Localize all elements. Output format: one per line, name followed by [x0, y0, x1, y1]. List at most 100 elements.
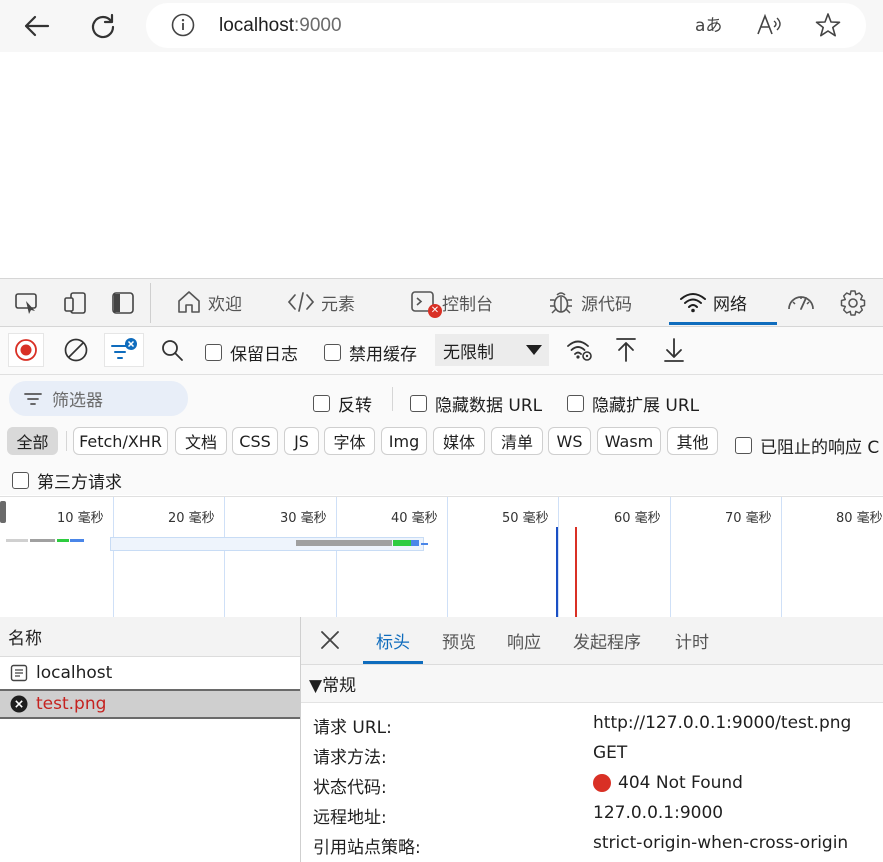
import-har-button[interactable]: [608, 333, 644, 367]
network-overview[interactable]: 10 毫秒 20 毫秒 30 毫秒 40 毫秒 50 毫秒 60 毫秒 70 毫…: [0, 496, 883, 618]
type-filter-ws[interactable]: WS: [548, 427, 591, 455]
type-filter-wasm[interactable]: Wasm: [597, 427, 661, 455]
disable-cache-checkbox[interactable]: 禁用缓存: [324, 340, 417, 365]
tick-label: 80 毫秒: [836, 511, 883, 526]
refresh-icon[interactable]: [83, 6, 123, 46]
type-filter-fetch-xhr[interactable]: Fetch/XHR: [73, 427, 168, 455]
divider: [66, 431, 67, 451]
back-icon[interactable]: [17, 6, 57, 46]
filter-lines-icon: [24, 392, 42, 405]
checkbox-box[interactable]: [12, 472, 29, 489]
hide-extension-urls-checkbox[interactable]: 隐藏扩展 URL: [567, 391, 699, 416]
checkbox-box[interactable]: [313, 395, 330, 412]
tab-console[interactable]: ✕ 控制台: [410, 279, 493, 325]
header-value-request-method: GET: [593, 743, 628, 763]
tab-timing[interactable]: 计时: [675, 617, 709, 664]
domcontentloaded-marker: [556, 527, 558, 617]
throttling-select[interactable]: 无限制: [435, 334, 549, 366]
code-brackets-icon: [287, 292, 315, 312]
settings-gear-icon[interactable]: [839, 289, 867, 321]
type-filter-doc[interactable]: 文档: [175, 427, 227, 455]
tab-welcome[interactable]: 欢迎: [176, 279, 242, 325]
tab-headers[interactable]: 标头: [363, 617, 423, 664]
type-filter-font[interactable]: 字体: [324, 427, 375, 455]
gridline: [113, 497, 114, 617]
load-event-marker: [575, 527, 577, 617]
invert-checkbox[interactable]: 反转: [313, 391, 372, 416]
search-button[interactable]: [154, 333, 190, 367]
upload-icon: [616, 338, 636, 362]
device-emulation-icon[interactable]: [62, 291, 88, 319]
tab-response[interactable]: 响应: [507, 617, 541, 664]
general-section-header[interactable]: ▼常规: [301, 665, 883, 703]
blocked-responses-checkbox[interactable]: 已阻止的响应 C: [735, 433, 879, 458]
type-filter-img[interactable]: Img: [381, 427, 427, 455]
header-value-remote-address: 127.0.0.1:9000: [593, 803, 724, 823]
type-filter-js[interactable]: JS: [284, 427, 319, 455]
tab-sources[interactable]: 源代码: [547, 279, 632, 325]
dock-panel-icon[interactable]: [111, 291, 135, 319]
gridline: [224, 497, 225, 617]
hide-data-urls-label: 隐藏数据 URL: [435, 396, 543, 416]
disable-cache-label: 禁用缓存: [349, 345, 417, 365]
browser-toolbar: localhost:9000 aあ: [0, 0, 883, 52]
tick-label: 10 毫秒: [57, 511, 104, 526]
network-conditions-button[interactable]: [562, 333, 598, 367]
tick-label: 30 毫秒: [280, 511, 327, 526]
filter-icon: [111, 338, 137, 359]
header-key: 状态代码:: [313, 778, 387, 798]
type-filter-media[interactable]: 媒体: [433, 427, 485, 455]
request-row-test-png[interactable]: test.png: [0, 689, 300, 719]
status-error-dot-icon: [593, 774, 611, 792]
preserve-log-checkbox[interactable]: 保留日志: [205, 340, 298, 365]
checkbox-box[interactable]: [324, 344, 341, 361]
address-bar[interactable]: localhost:9000 aあ: [146, 3, 866, 48]
header-key: 请求方法:: [313, 748, 387, 768]
name-column-header[interactable]: 名称: [0, 617, 300, 657]
page-content: [0, 52, 883, 279]
request-name: localhost: [36, 662, 113, 683]
tab-initiator[interactable]: 发起程序: [573, 617, 641, 664]
clear-button[interactable]: [58, 333, 94, 367]
gridline: [670, 497, 671, 617]
info-icon[interactable]: [171, 13, 195, 41]
text-aa-icon[interactable]: [756, 13, 784, 41]
wifi-settings-icon: [567, 340, 592, 361]
checkbox-box[interactable]: [205, 344, 222, 361]
dropdown-arrow-icon: [526, 345, 542, 355]
checkbox-box[interactable]: [735, 437, 752, 454]
svg-text:aあ: aあ: [695, 16, 722, 36]
favorite-star-icon[interactable]: [815, 12, 841, 42]
type-filter-all[interactable]: 全部: [7, 427, 58, 455]
filter-input[interactable]: 筛选器: [9, 381, 188, 416]
tab-elements[interactable]: 元素: [287, 279, 355, 325]
tab-network[interactable]: 网络: [669, 279, 777, 325]
type-filter-manifest[interactable]: 清单: [491, 427, 543, 455]
overview-handle-left[interactable]: [0, 501, 6, 523]
performance-icon[interactable]: [786, 291, 816, 317]
third-party-checkbox[interactable]: 第三方请求: [12, 468, 122, 493]
header-key: 远程地址:: [313, 808, 387, 828]
tick-label: 60 毫秒: [614, 511, 661, 526]
header-value-request-url: http://127.0.0.1:9000/test.png: [593, 713, 852, 733]
filter-placeholder: 筛选器: [52, 391, 103, 411]
divider: [150, 283, 151, 323]
record-button[interactable]: [8, 333, 44, 367]
tab-preview[interactable]: 预览: [442, 617, 476, 664]
filter-toggle-button[interactable]: [104, 333, 144, 367]
type-filter-other[interactable]: 其他: [667, 427, 718, 455]
tab-sources-label: 源代码: [581, 294, 632, 315]
preserve-log-label: 保留日志: [230, 345, 298, 365]
network-toolbar: 保留日志 禁用缓存 无限制: [0, 327, 883, 375]
export-har-button[interactable]: [656, 333, 692, 367]
checkbox-box[interactable]: [410, 395, 427, 412]
request-details: 标头 预览 响应 发起程序 计时 ▼常规 请求 URL: http://127.…: [301, 617, 883, 862]
hide-data-urls-checkbox[interactable]: 隐藏数据 URL: [410, 391, 542, 416]
read-aloud-icon[interactable]: aあ: [694, 13, 722, 41]
request-row-localhost[interactable]: localhost: [0, 657, 300, 688]
type-filter-css[interactable]: CSS: [232, 427, 278, 455]
url-text[interactable]: localhost:9000: [219, 15, 342, 37]
close-icon[interactable]: [319, 629, 341, 655]
checkbox-box[interactable]: [567, 395, 584, 412]
inspect-element-icon[interactable]: [14, 291, 40, 319]
